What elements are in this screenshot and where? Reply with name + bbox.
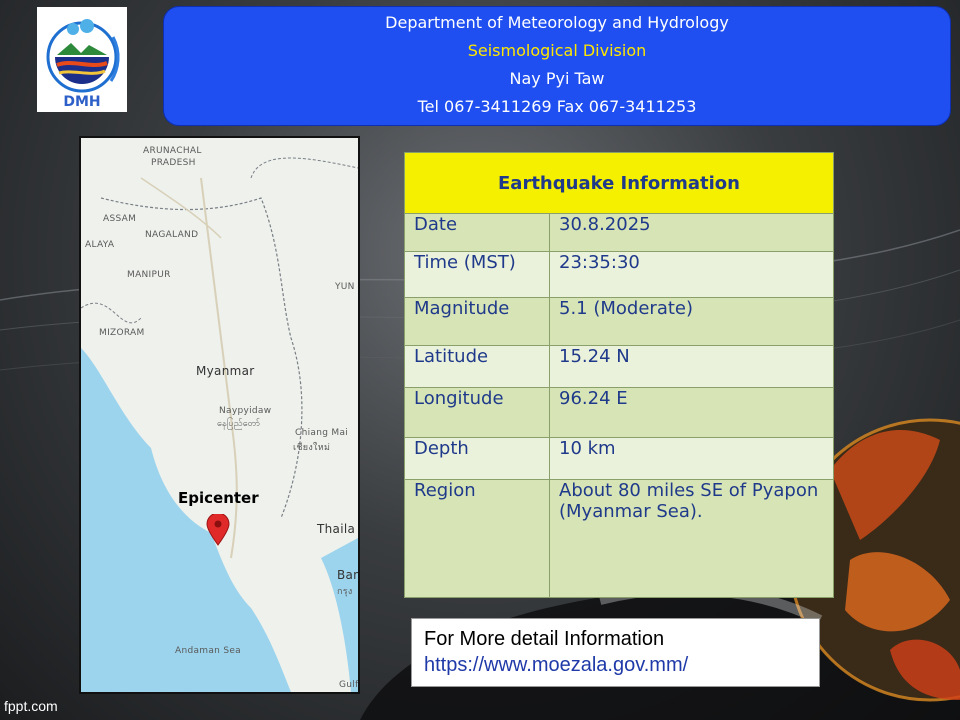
row-label-region: Region bbox=[404, 479, 550, 598]
epicenter-pin-icon bbox=[206, 514, 230, 546]
department-name: Department of Meteorology and Hydrology bbox=[385, 13, 729, 32]
map-label-bangkok-thai: กรุง bbox=[337, 587, 353, 597]
map-label-chiang-mai-thai: เชียงใหม่ bbox=[293, 443, 331, 453]
earthquake-info-table: Earthquake Information Date 30.8.2025 Tim… bbox=[404, 152, 834, 598]
epicenter-label: Epicenter bbox=[178, 489, 259, 507]
row-value-magnitude: 5.1 (Moderate) bbox=[549, 297, 834, 346]
row-label-time: Time (MST) bbox=[404, 251, 550, 298]
map-label-pradesh: PRADESH bbox=[151, 158, 196, 168]
dmh-logo: DMH bbox=[37, 7, 127, 112]
location-name: Nay Pyi Taw bbox=[509, 69, 605, 88]
map-label-alaya: ALAYA bbox=[85, 240, 115, 250]
earthquake-info-title: Earthquake Information bbox=[404, 152, 834, 214]
map-label-arunachal: ARUNACHAL bbox=[143, 146, 202, 156]
map-label-nagaland: NAGALAND bbox=[145, 230, 199, 240]
row-label-date: Date bbox=[404, 213, 550, 252]
row-value-latitude: 15.24 N bbox=[549, 345, 834, 388]
map-label-bangkok: Ban bbox=[337, 568, 360, 582]
row-label-longitude: Longitude bbox=[404, 387, 550, 438]
map-label-myanmar: Myanmar bbox=[196, 364, 255, 378]
row-value-longitude: 96.24 E bbox=[549, 387, 834, 438]
row-value-depth: 10 km bbox=[549, 437, 834, 480]
epicenter-map: ARUNACHAL PRADESH ASSAM NAGALAND ALAYA M… bbox=[79, 136, 360, 694]
logo-text: DMH bbox=[63, 94, 100, 110]
map-label-naypyidaw-myanmar-script: နေပြည်တော် bbox=[217, 419, 261, 429]
dmh-logo-graphic: DMH bbox=[46, 19, 120, 110]
header-banner: Department of Meteorology and Hydrology … bbox=[163, 6, 951, 126]
row-label-latitude: Latitude bbox=[404, 345, 550, 388]
map-label-chiang-mai: Chiang Mai bbox=[295, 428, 349, 438]
map-label-assam: ASSAM bbox=[103, 214, 137, 224]
map-label-mizoram: MIZORAM bbox=[99, 328, 145, 338]
fppt-watermark: fppt.com bbox=[4, 698, 58, 714]
contact-info: Tel 067-3411269 Fax 067-3411253 bbox=[417, 97, 697, 116]
row-label-depth: Depth bbox=[404, 437, 550, 480]
row-label-magnitude: Magnitude bbox=[404, 297, 550, 346]
map-label-manipur: MANIPUR bbox=[127, 270, 171, 280]
map-label-yun: YUN bbox=[335, 282, 355, 292]
division-name: Seismological Division bbox=[467, 41, 647, 60]
row-value-date: 30.8.2025 bbox=[549, 213, 834, 252]
map-label-thailand: Thaila bbox=[317, 522, 356, 536]
row-value-time: 23:35:30 bbox=[549, 251, 834, 298]
map-label-gulf: Gulf bbox=[339, 680, 359, 690]
map-label-naypyidaw: Naypyidaw bbox=[219, 406, 272, 416]
map-label-andaman-sea: Andaman Sea bbox=[175, 646, 242, 656]
more-info-box: For More detail Information https://www.… bbox=[411, 618, 820, 687]
more-info-text: For More detail Information bbox=[424, 628, 665, 650]
moezala-website-link[interactable]: https://www.moezala.gov.mm/ bbox=[412, 652, 819, 678]
row-value-region: About 80 miles SE of Pyapon (Myanmar Sea… bbox=[549, 479, 834, 598]
